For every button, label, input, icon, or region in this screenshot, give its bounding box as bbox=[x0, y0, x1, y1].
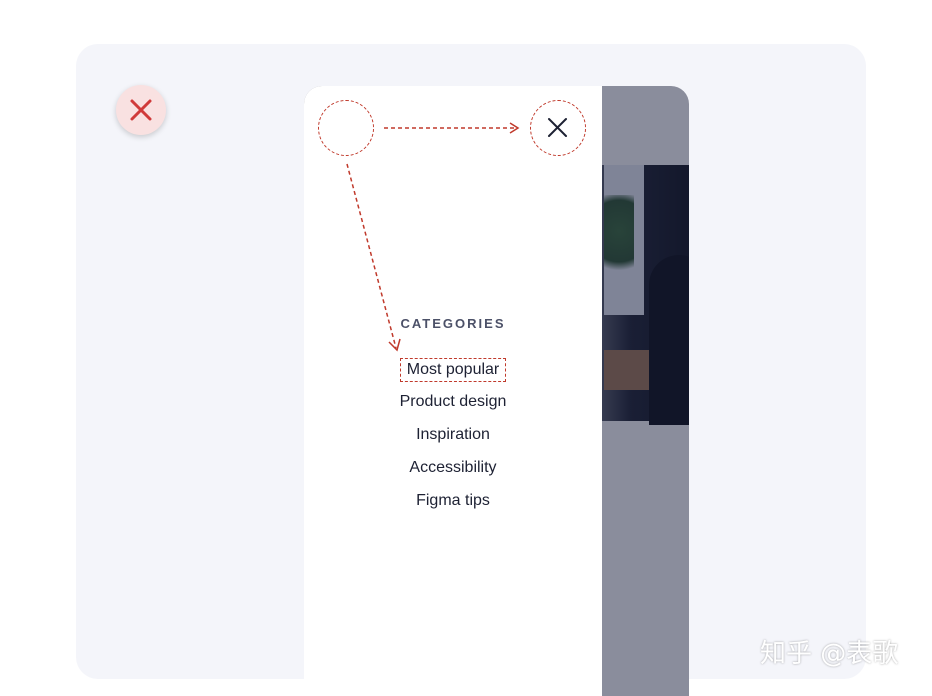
category-label: Figma tips bbox=[416, 492, 490, 509]
close-drawer-button[interactable] bbox=[530, 100, 586, 156]
empty-close-position-marker bbox=[318, 100, 374, 156]
navigation-drawer: CATEGORIES Most popular Product design I… bbox=[304, 86, 602, 696]
category-label: Accessibility bbox=[409, 459, 497, 476]
category-label: Inspiration bbox=[416, 426, 490, 443]
category-item-most-popular[interactable]: Most popular bbox=[304, 358, 602, 391]
category-list: Most popular Product design Inspiration … bbox=[304, 358, 602, 523]
phone-mockup: o ace CATEGORIES Most popular Product de… bbox=[304, 86, 689, 696]
category-item-figma-tips[interactable]: Figma tips bbox=[304, 490, 602, 523]
watermark: 知乎 @表歌 bbox=[760, 639, 899, 669]
dont-badge bbox=[116, 85, 166, 135]
category-label: Product design bbox=[399, 393, 507, 410]
categories-heading: CATEGORIES bbox=[400, 316, 506, 331]
category-label: Most popular bbox=[399, 358, 507, 382]
category-item-accessibility[interactable]: Accessibility bbox=[304, 457, 602, 490]
close-icon bbox=[548, 118, 567, 137]
category-item-product-design[interactable]: Product design bbox=[304, 391, 602, 424]
category-item-inspiration[interactable]: Inspiration bbox=[304, 424, 602, 457]
close-x-icon bbox=[130, 99, 152, 121]
